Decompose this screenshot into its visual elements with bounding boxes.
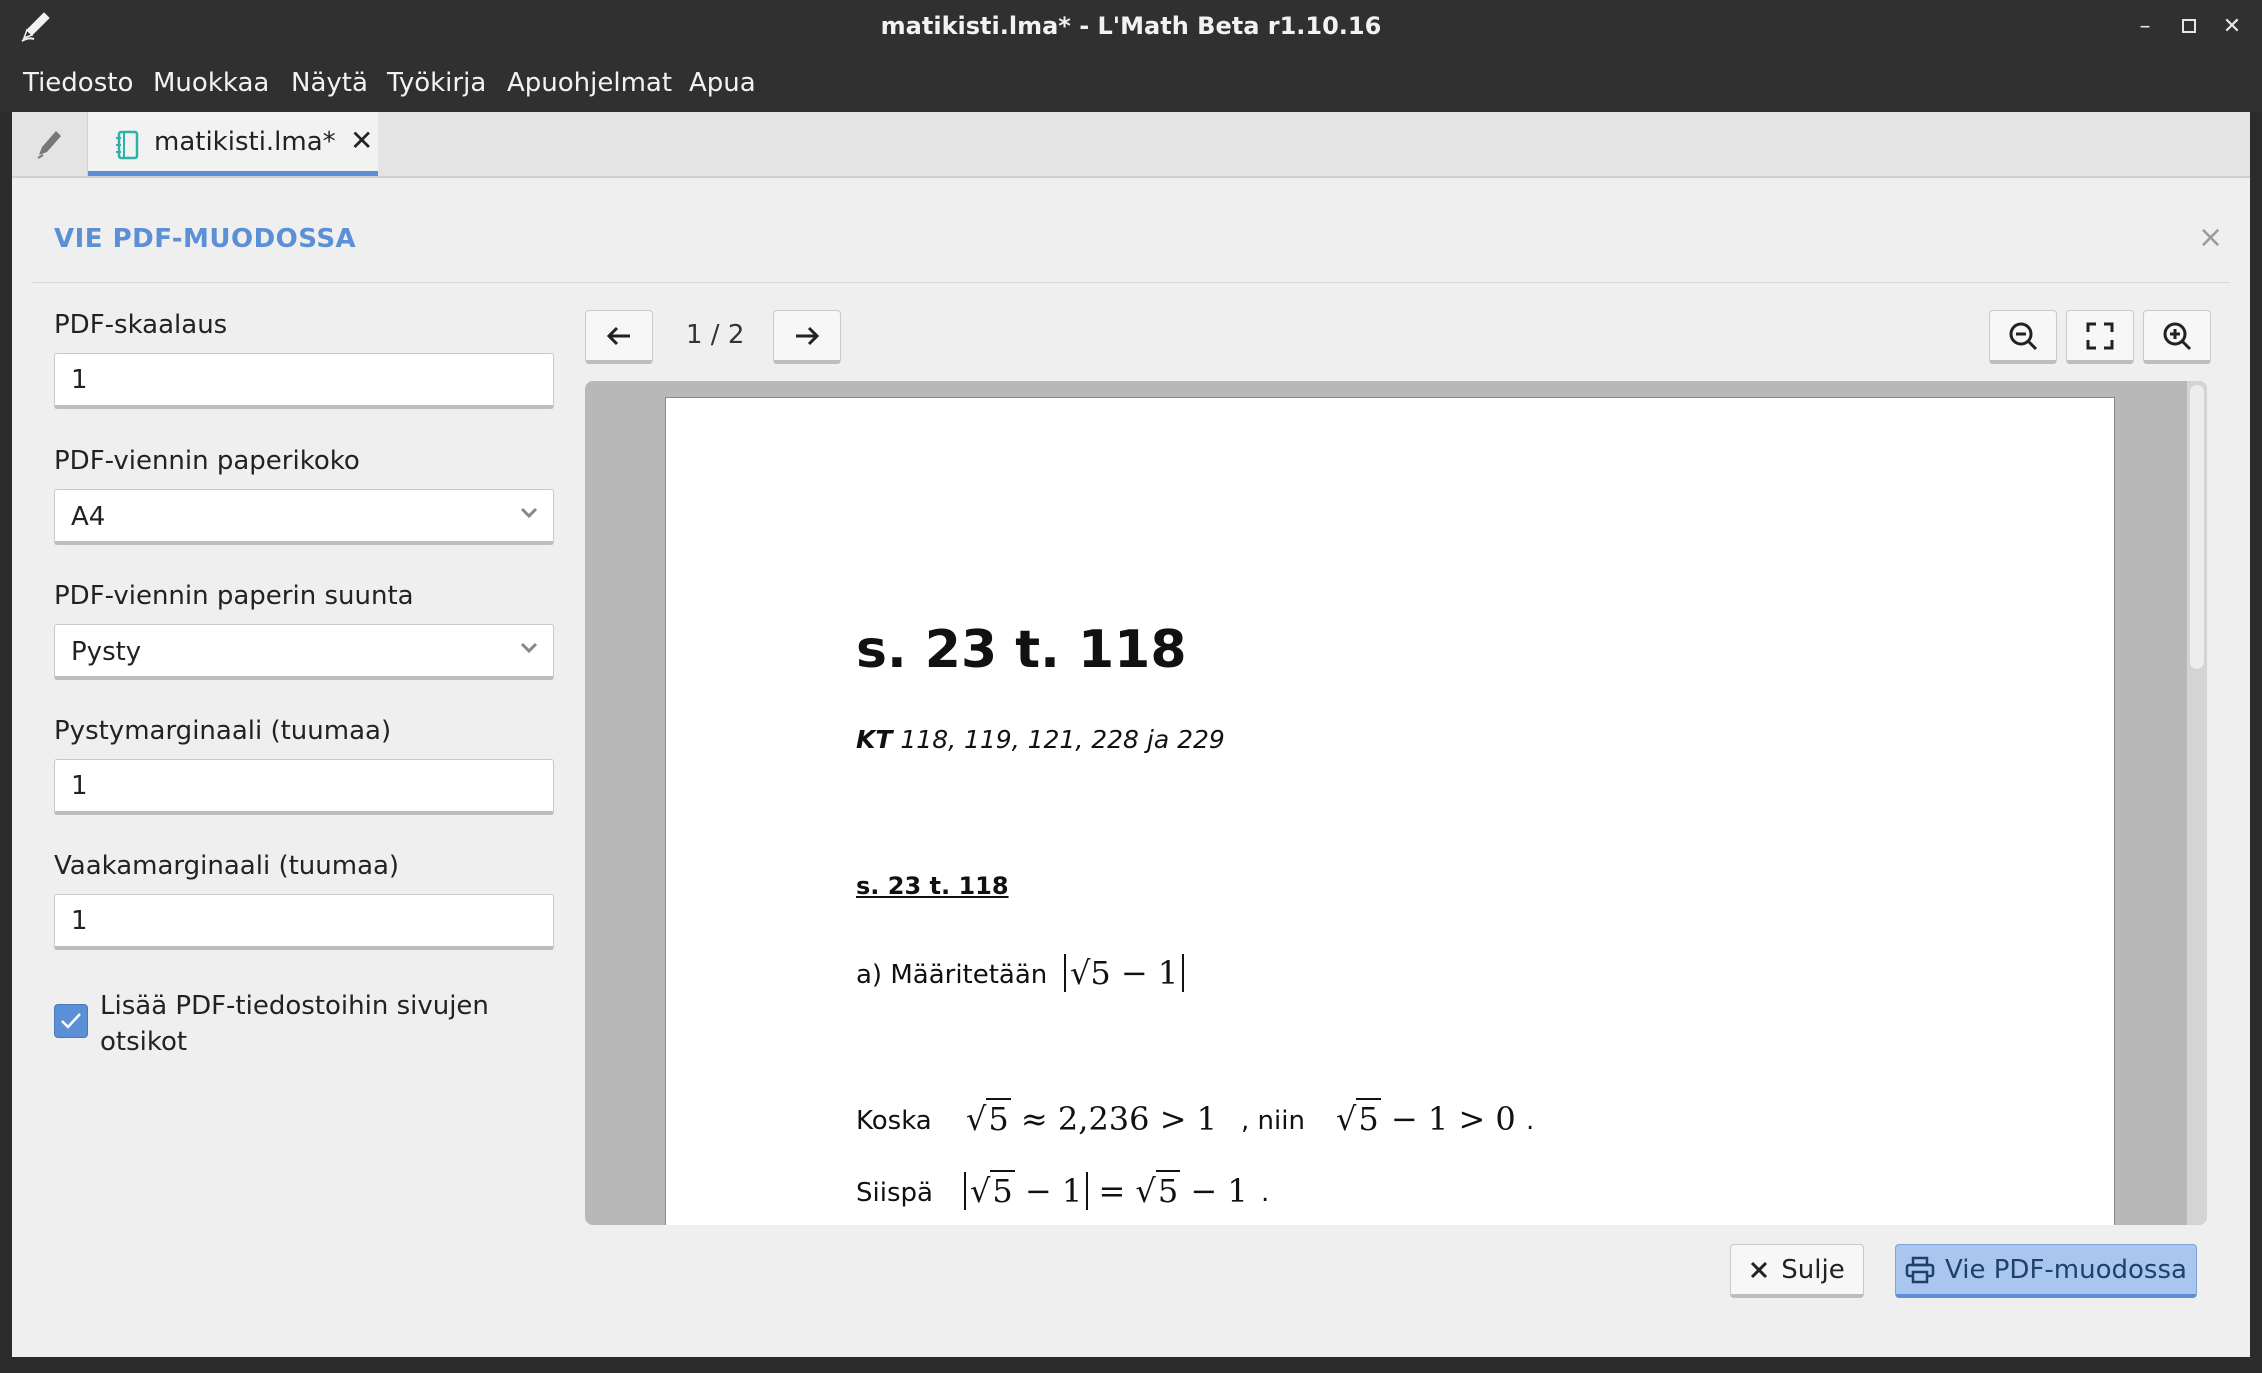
menu-tiedosto[interactable]: Tiedosto — [23, 68, 133, 98]
page-indicator: 1 / 2 — [686, 320, 745, 350]
scale-label: PDF-skaalaus — [54, 310, 228, 340]
preview-scrollbar[interactable] — [2187, 381, 2207, 1225]
fit-page-button[interactable] — [2066, 310, 2134, 364]
doc-siispa-left: − 1 — [1024, 1172, 1083, 1210]
window-title: matikisti.lma* - L'Math Beta r1.10.16 — [880, 12, 1382, 40]
notebook-icon — [116, 130, 139, 160]
doc-heading: s. 23 t. 118 — [856, 620, 1187, 680]
menu-nayta[interactable]: Näytä — [291, 68, 368, 98]
zoom-out-button[interactable] — [1989, 310, 2057, 364]
doc-period: . — [1526, 1106, 1535, 1136]
doc-siispa-math: √5 − 1 = √5 − 1 — [964, 1170, 1248, 1210]
doc-siispa-text: Siispä — [856, 1178, 933, 1208]
tab-bar: matikisti.lma* ✕ — [12, 112, 2250, 178]
paper-size-value: A4 — [71, 502, 106, 532]
pencil-icon — [36, 131, 61, 159]
doc-koska-expr: ≈ 2,236 > 1 — [1020, 1100, 1218, 1138]
divider — [32, 282, 2230, 283]
doc-koska-radicand: 5 — [986, 1098, 1011, 1138]
close-icon[interactable]: ✕ — [2217, 12, 2247, 42]
paper-size-label: PDF-viennin paperikoko — [54, 446, 360, 476]
doc-niin-radicand: 5 — [1356, 1098, 1381, 1138]
horizontal-margin-label: Vaakamarginaali (tuumaa) — [54, 851, 400, 881]
tab-label: matikisti.lma* — [154, 127, 336, 157]
tab-matikisti[interactable]: matikisti.lma* ✕ — [88, 112, 378, 176]
vertical-margin-input[interactable] — [54, 759, 554, 815]
scrollbar-thumb[interactable] — [2190, 385, 2204, 669]
doc-koska-text: Koska — [856, 1106, 932, 1136]
doc-subheading: s. 23 t. 118 — [856, 872, 1009, 900]
export-button-label: Vie PDF-muodossa — [1945, 1254, 2187, 1285]
arrow-right-icon — [796, 326, 820, 345]
orientation-select[interactable]: Pysty — [54, 624, 554, 680]
tab-new-document[interactable] — [12, 112, 88, 176]
doc-niin-math: √5 − 1 > 0 — [1336, 1098, 1516, 1138]
doc-siispa-radicand-2: 5 — [1155, 1170, 1181, 1210]
dialog-title: VIE PDF-MUODOSSA — [54, 224, 357, 254]
pdf-page: s. 23 t. 118 KT 118, 119, 121, 228 ja 22… — [665, 397, 2115, 1225]
close-button-label: Sulje — [1781, 1254, 1845, 1285]
doc-kt-bold: KT — [856, 725, 893, 754]
doc-line-a-expr: 5 − 1 — [1090, 954, 1179, 992]
arrow-left-icon — [606, 326, 630, 345]
zoom-in-button[interactable] — [2143, 310, 2211, 364]
doc-siispa-right: − 1 — [1190, 1172, 1248, 1210]
minimize-icon[interactable]: – — [2130, 12, 2160, 42]
fullscreen-icon — [2086, 322, 2114, 349]
paper-size-select[interactable]: A4 — [54, 489, 554, 545]
main-window: matikisti.lma* ✕ VIE PDF-MUODOSSA × PDF-… — [12, 112, 2250, 1357]
close-icon — [1751, 1261, 1768, 1278]
menu-tyokirja[interactable]: Työkirja — [387, 68, 486, 98]
scale-input[interactable] — [54, 353, 554, 409]
zoom-out-icon — [2009, 322, 2038, 350]
zoom-in-icon — [2163, 322, 2192, 350]
export-pdf-button[interactable]: Vie PDF-muodossa — [1895, 1244, 2197, 1298]
maximize-icon[interactable] — [2174, 12, 2204, 42]
doc-niin-expr: − 1 > 0 — [1390, 1100, 1516, 1138]
orientation-label: PDF-viennin paperin suunta — [54, 581, 414, 611]
doc-siispa-radicand-1: 5 — [990, 1170, 1015, 1210]
page-titles-label: Lisää PDF-tiedostoihin sivujen otsikot — [100, 991, 489, 1057]
printer-icon — [1905, 1256, 1935, 1283]
chevron-down-icon — [520, 642, 538, 654]
menu-apua[interactable]: Apua — [689, 68, 756, 98]
doc-line-a-math: √5 − 1 — [1064, 954, 1185, 992]
orientation-value: Pysty — [71, 637, 142, 667]
previous-page-button[interactable] — [585, 310, 653, 364]
vertical-margin-label: Pystymarginaali (tuumaa) — [54, 716, 392, 746]
doc-kt-line: KT 118, 119, 121, 228 ja 229 — [856, 725, 1225, 754]
doc-period-2: . — [1261, 1178, 1270, 1208]
horizontal-margin-input[interactable] — [54, 894, 554, 950]
doc-line-a-text: a) Määritetään — [856, 960, 1048, 990]
tab-close-icon[interactable]: ✕ — [350, 124, 373, 157]
chevron-down-icon — [520, 507, 538, 519]
page-titles-checkbox[interactable] — [54, 1004, 88, 1038]
menu-muokkaa[interactable]: Muokkaa — [153, 68, 269, 98]
menu-bar: Tiedosto Muokkaa Näytä Työkirja Apuohjel… — [0, 54, 2262, 112]
title-bar: matikisti.lma* - L'Math Beta r1.10.16 – … — [0, 0, 2262, 54]
doc-kt-rest: 118, 119, 121, 228 ja 229 — [892, 725, 1225, 754]
doc-siispa-eq: = — [1098, 1172, 1126, 1210]
pdf-preview[interactable]: s. 23 t. 118 KT 118, 119, 121, 228 ja 22… — [585, 381, 2207, 1225]
checkmark-icon — [61, 1013, 81, 1029]
doc-koska-math: √5 ≈ 2,236 > 1 — [966, 1098, 1218, 1138]
next-page-button[interactable] — [773, 310, 841, 364]
doc-niin-text: , niin — [1241, 1106, 1305, 1136]
dialog-close-icon[interactable]: × — [2198, 220, 2223, 255]
menu-apuohjelmat[interactable]: Apuohjelmat — [507, 68, 672, 98]
close-button[interactable]: Sulje — [1730, 1244, 1864, 1298]
